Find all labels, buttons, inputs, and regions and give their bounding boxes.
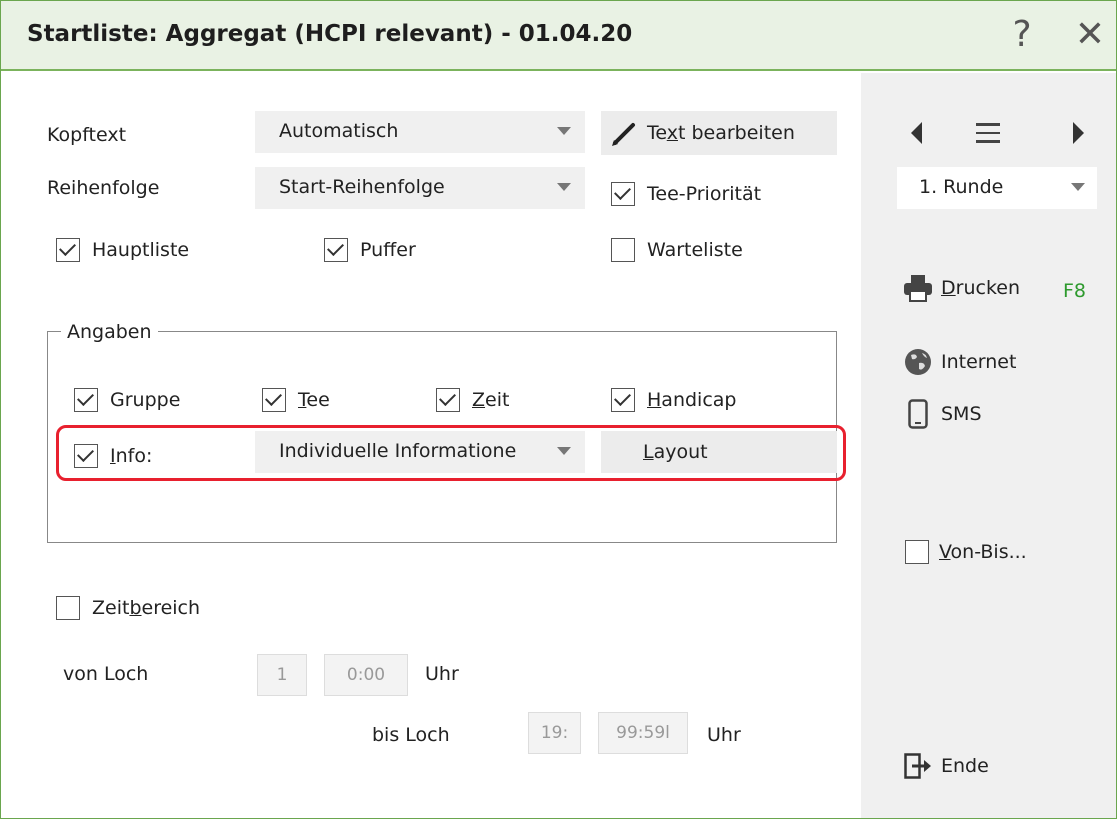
puffer-label: Puffer [360,239,416,261]
von-bis-label: Von-Bis... [939,541,1027,563]
runde-select[interactable]: 1. Runde [897,167,1097,209]
hauptliste-checkbox[interactable]: Hauptliste [56,238,189,262]
chevron-down-icon [557,183,571,191]
warteliste-checkbox[interactable]: Warteliste [611,238,743,262]
uhr-label-1: Uhr [425,663,459,685]
ende-button[interactable]: Ende [903,751,989,781]
handicap-checkbox[interactable]: Handicap [611,388,736,412]
reihenfolge-select[interactable]: Start-Reihenfolge [255,167,585,209]
gruppe-label: Gruppe [110,389,181,411]
drucken-shortcut: F8 [1063,280,1087,302]
checkbox-box [436,388,460,412]
kopftext-value: Automatisch [279,120,399,142]
von-loch-input[interactable]: 1 [257,654,307,696]
pencil-icon [612,123,635,146]
angaben-legend: Angaben [61,321,158,343]
hauptliste-label: Hauptliste [92,239,190,261]
text-bearbeiten-label: Text bearbeiten [647,122,795,144]
checkbox-box [611,388,635,412]
runde-value: 1. Runde [919,176,1004,198]
reihenfolge-label: Reihenfolge [47,177,160,199]
kopftext-select[interactable]: Automatisch [255,111,585,153]
von-bis-checkbox[interactable]: Von-Bis... [905,540,1027,564]
tee-checkbox[interactable]: Tee [262,388,330,412]
drucken-label: Drucken [941,277,1020,299]
bis-loch-label: bis Loch [372,724,450,746]
title-bar: Startliste: Aggregat (HCPI relevant) - 0… [1,1,1116,71]
puffer-checkbox[interactable]: Puffer [324,238,416,262]
exit-icon [903,751,933,781]
tee-prioritaet-label: Tee-Priorität [647,183,762,205]
checkbox-box [324,238,348,262]
von-time-input[interactable]: 0:00 [324,654,408,696]
dialog-window: Startliste: Aggregat (HCPI relevant) - 0… [0,0,1117,819]
uhr-label-2: Uhr [707,724,741,746]
checkbox-box [611,238,635,262]
highlight-annotation [56,425,846,481]
text-bearbeiten-button[interactable]: Text bearbeiten [601,111,837,155]
tee-label: Tee [298,389,330,411]
zeitbereich-checkbox[interactable]: Zeitbereich [56,596,200,620]
gruppe-checkbox[interactable]: Gruppe [74,388,180,412]
bis-time-input[interactable]: 99:59l [598,712,688,754]
printer-icon [903,273,933,303]
chevron-down-icon [557,127,571,135]
chevron-down-icon [1071,183,1085,191]
checkbox-box [905,540,929,564]
phone-icon [903,399,933,429]
reihenfolge-value: Start-Reihenfolge [279,176,445,198]
warteliste-label: Warteliste [647,239,743,261]
checkbox-box [56,238,80,262]
kopftext-label: Kopftext [47,124,127,146]
zeit-checkbox[interactable]: Zeit [436,388,509,412]
checkbox-box [262,388,286,412]
checkbox-box [611,182,635,206]
bis-loch-input[interactable]: 19: [528,712,581,754]
internet-button[interactable]: Internet [903,347,1016,377]
zeit-label: Zeit [472,389,510,411]
zeitbereich-label: Zeitbereich [92,597,201,619]
checkbox-box [56,596,80,620]
close-button[interactable]: ✕ [1067,13,1113,57]
ende-label: Ende [941,755,989,777]
tee-prioritaet-checkbox[interactable]: Tee-Priorität [611,182,761,206]
checkbox-box [74,388,98,412]
drucken-button[interactable]: Drucken [903,273,1020,303]
dialog-title: Startliste: Aggregat (HCPI relevant) - 0… [27,21,633,47]
sms-button[interactable]: SMS [903,399,982,429]
menu-icon[interactable] [976,123,1000,143]
help-button[interactable]: ? [999,13,1045,57]
handicap-label: Handicap [647,389,737,411]
next-arrow-icon[interactable] [1073,122,1084,144]
previous-arrow-icon[interactable] [911,122,922,144]
globe-icon [903,347,933,377]
sms-label: SMS [941,403,982,425]
internet-label: Internet [941,351,1017,373]
von-loch-label: von Loch [63,663,149,685]
